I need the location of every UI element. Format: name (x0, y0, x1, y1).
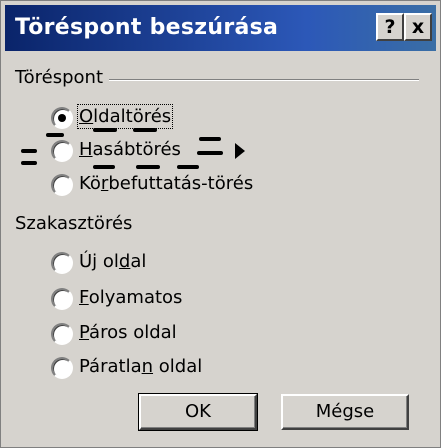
breaks-group-label: Töréspont (15, 67, 110, 88)
radio-selected-dot (58, 114, 66, 122)
annotation-dash (46, 133, 64, 137)
option-continuous-label: Folyamatos (79, 287, 182, 308)
option-column-break-label: Hasábtörés (79, 139, 181, 160)
label-text: asábtörés (92, 139, 181, 160)
annotation-dash (133, 128, 157, 132)
mnemonic-letter: n (141, 356, 154, 377)
annotation-dash (21, 161, 37, 165)
option-new-page-label: Új oldal (79, 251, 146, 272)
annotation-dash (177, 165, 199, 169)
radio-odd-page[interactable] (51, 357, 73, 379)
close-button[interactable]: x (404, 13, 432, 41)
option-even-page-label: Páros oldal (79, 322, 177, 343)
radio-page-break[interactable] (51, 107, 73, 129)
label-text: ldaltörés (93, 106, 172, 127)
radio-text-wrap-break[interactable] (51, 174, 73, 196)
label-text: olyamatos (88, 287, 183, 308)
section-breaks-group-label: Szakasztörés (15, 213, 139, 234)
radio-even-page[interactable] (51, 323, 73, 345)
label-text: oldal (153, 356, 203, 377)
label-text: Páratla (79, 356, 142, 377)
annotation-dash (93, 128, 117, 132)
option-odd-page-label: Páratlan oldal (79, 356, 202, 377)
radio-new-page[interactable] (51, 252, 73, 274)
option-page-break-label: Oldaltörés (76, 104, 174, 129)
cancel-button[interactable]: Mégse (281, 394, 409, 430)
annotation-dash (21, 149, 37, 153)
label-text: befuttatás-törés (108, 173, 254, 194)
mnemonic-letter: F (79, 287, 89, 308)
insert-break-dialog: Töréspont beszúrása ? x Töréspont Oldalt… (0, 0, 441, 448)
window-title: Töréspont beszúrása (15, 15, 279, 40)
label-text: Új ol (79, 251, 119, 272)
mnemonic-letter: d (118, 251, 131, 272)
title-bar[interactable]: Töréspont beszúrása ? x (5, 5, 436, 51)
ok-button[interactable]: OK (139, 394, 257, 430)
label-text: áros oldal (89, 322, 177, 343)
label-text: Kö (79, 173, 101, 194)
annotation-arrow-icon (235, 143, 245, 159)
option-text-wrap-break-label: Körbefuttatás-törés (79, 173, 253, 194)
annotation-dash (197, 151, 223, 155)
help-button[interactable]: ? (376, 13, 404, 41)
annotation-dash (136, 165, 160, 169)
radio-continuous[interactable] (51, 288, 73, 310)
mnemonic-letter: P (79, 322, 90, 343)
label-text: al (130, 251, 147, 272)
mnemonic-letter: O (79, 106, 94, 127)
annotation-dash (199, 137, 221, 141)
annotation-dash (93, 165, 115, 169)
mnemonic-letter: H (79, 139, 93, 160)
radio-column-break[interactable] (51, 140, 73, 162)
